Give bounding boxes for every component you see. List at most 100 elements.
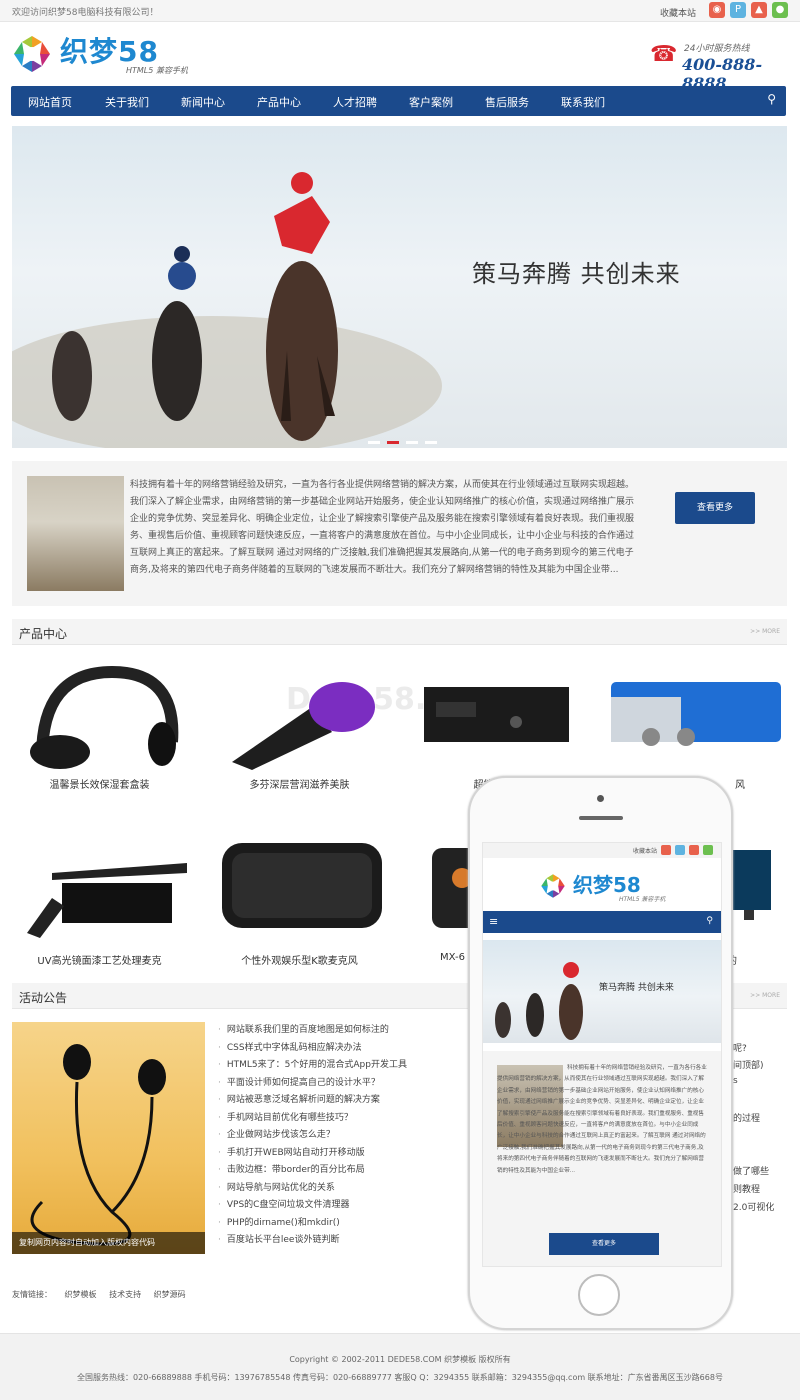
- about-text: 科技拥有着十年的网络营销经验及研究，一直为各行各业提供网络营销的解决方案，从而使…: [130, 480, 635, 575]
- search-icon[interactable]: ⚲: [767, 92, 776, 106]
- phone-mockup: 收藏本站 织梦58 HTML5 兼容手机 ≡ ⚲ 策马奔腾 共创未来 科技拥有着…: [468, 776, 733, 1330]
- tencent-weibo-icon[interactable]: [675, 845, 685, 855]
- section-title: 产品中心: [19, 627, 68, 641]
- hero-banner[interactable]: 策马奔腾 共创未来: [12, 126, 787, 448]
- news-item[interactable]: 百度站长平台lee谈外链判断: [218, 1232, 407, 1250]
- home-button[interactable]: [578, 1274, 620, 1316]
- nav-item-service[interactable]: 售后服务: [485, 94, 529, 110]
- news-item[interactable]: CSS样式中字体乱码相应解决办法: [218, 1040, 407, 1058]
- nav-item-about[interactable]: 关于我们: [105, 94, 149, 110]
- news-item[interactable]: 手机打开WEB网站自动打开移动版: [218, 1145, 407, 1163]
- news-item[interactable]: 网站联系我们里的百度地图是如何标注的: [218, 1022, 407, 1040]
- nav-item-jobs[interactable]: 人才招聘: [333, 94, 377, 110]
- product-card[interactable]: 温馨景长效保湿套盒装: [12, 662, 187, 791]
- friend-link[interactable]: 织梦模板: [65, 1290, 97, 1299]
- news-item-fragment[interactable]: 间顶部): [733, 1058, 764, 1071]
- news-item[interactable]: VPS的C盘空间垃圾文件清理器: [218, 1197, 407, 1215]
- main-nav: 网站首页 关于我们 新闻中心 产品中心 人才招聘 客户案例 售后服务 联系我们 …: [11, 86, 786, 116]
- nav-item-news[interactable]: 新闻中心: [181, 94, 225, 110]
- news-item[interactable]: HTML5来了：5个好用的混合式App开发工具: [218, 1057, 407, 1075]
- news-item[interactable]: 企业做网站步伐该怎么走？: [218, 1127, 407, 1145]
- product-name[interactable]: UV高光镜面漆工艺处理麦克: [12, 952, 187, 967]
- favorite-link[interactable]: 收藏本站: [660, 6, 696, 19]
- news-item-fragment[interactable]: 呢?: [733, 1041, 747, 1054]
- friend-link[interactable]: 技术支持: [109, 1290, 141, 1299]
- weibo-icon[interactable]: ◉: [709, 2, 725, 18]
- phone-about-text: 科技拥有着十年的网络营销经验及研究，一直为各行各业提供网络营销的解决方案，从而使…: [497, 1065, 707, 1174]
- section-title: 活动公告: [19, 991, 68, 1005]
- news-item-fragment[interactable]: 则教程: [733, 1182, 760, 1195]
- wireless-mic-image: [12, 838, 187, 948]
- more-link[interactable]: >> MORE: [750, 992, 780, 999]
- news-item-fragment[interactable]: 2.0可视化: [733, 1200, 774, 1213]
- weibo-icon[interactable]: [661, 845, 671, 855]
- nav-item-contact[interactable]: 联系我们: [561, 94, 605, 110]
- slide-dot[interactable]: [368, 441, 380, 444]
- links-label: 友情链接：: [12, 1290, 52, 1299]
- phone-speaker: [579, 816, 623, 820]
- audio-interface-image: [606, 662, 781, 772]
- news-item-fragment[interactable]: 的过程: [733, 1111, 760, 1124]
- product-name[interactable]: 温馨景长效保湿套盒装: [12, 776, 187, 791]
- brand-name[interactable]: 织梦58: [60, 30, 159, 70]
- slide-dot[interactable]: [425, 441, 437, 444]
- qq-icon[interactable]: [689, 845, 699, 855]
- product-card[interactable]: 风: [606, 662, 781, 791]
- news-item[interactable]: 网站导航与网站优化的关系: [218, 1180, 407, 1198]
- phone-screen: 收藏本站 织梦58 HTML5 兼容手机 ≡ ⚲ 策马奔腾 共创未来 科技拥有着…: [482, 842, 722, 1267]
- slide-indicators: [368, 433, 444, 447]
- phone-about-section: 科技拥有着十年的网络营销经验及研究，一直为各行各业提供网络营销的解决方案，从而使…: [483, 1051, 721, 1266]
- headphones-image: [12, 662, 187, 772]
- news-item[interactable]: 手机网站目前优化有哪些技巧？: [218, 1110, 407, 1128]
- news-item[interactable]: 平面设计师如何提高自己的设计水平？: [218, 1075, 407, 1093]
- phone-brand-subtitle: HTML5 兼容手机: [619, 896, 666, 903]
- nav-item-home[interactable]: 网站首页: [28, 94, 72, 110]
- phone-more-button[interactable]: 查看更多: [549, 1233, 659, 1255]
- phone-camera: [597, 795, 604, 802]
- product-card[interactable]: 个性外观娱乐型K歌麦克风: [212, 838, 387, 967]
- nav-item-products[interactable]: 产品中心: [257, 94, 301, 110]
- nav-item-cases[interactable]: 客户案例: [409, 94, 453, 110]
- qq-icon[interactable]: ▲: [751, 2, 767, 18]
- hotline-label: 24小时服务热线: [684, 44, 750, 54]
- phone-banner-slogan: 策马奔腾 共创未来: [599, 983, 674, 993]
- copyright-text: Copyright © 2002-2011 DEDE58.COM 织梦模板 版权…: [289, 1355, 511, 1364]
- friend-links: 友情链接： 织梦模板 技术支持 织梦源码: [12, 1289, 196, 1300]
- about-section: 科技拥有着十年的网络营销经验及研究，一直为各行各业提供网络营销的解决方案，从而使…: [12, 461, 787, 606]
- footer: Copyright © 2002-2011 DEDE58.COM 织梦模板 版权…: [0, 1333, 800, 1400]
- tencent-weibo-icon[interactable]: P: [730, 2, 746, 18]
- news-item[interactable]: 网站被恶意泛域名解析问题的解决方案: [218, 1092, 407, 1110]
- product-card[interactable]: 多芬深层营润滋养美肤: [212, 662, 387, 791]
- product-card[interactable]: 超能唱歌: [406, 662, 581, 791]
- speaker-image: [212, 838, 387, 948]
- menu-icon[interactable]: ≡: [489, 916, 498, 927]
- friend-link[interactable]: 织梦源码: [154, 1290, 186, 1299]
- banner-slogan: 策马奔腾 共创未来: [472, 260, 681, 288]
- phone-icon: ☎: [650, 42, 678, 67]
- top-bar: 欢迎访问织梦58电脑科技有限公司！ 收藏本站 ◉ P ▲ ●: [0, 0, 800, 22]
- product-name[interactable]: 个性外观娱乐型K歌麦克风: [212, 952, 387, 967]
- brand-subtitle: HTML5 兼容手机: [126, 66, 188, 75]
- product-card[interactable]: UV高光镜面漆工艺处理麦克: [12, 838, 187, 967]
- slide-dot-active[interactable]: [387, 441, 399, 444]
- news-item-fragment[interactable]: 做了哪些: [733, 1164, 769, 1177]
- contact-text: 全国服务热线：020-66889888 手机号码：13976785548 传真号…: [77, 1373, 723, 1382]
- phone-banner[interactable]: 策马奔腾 共创未来: [483, 940, 721, 1043]
- office-photo: [27, 476, 124, 591]
- news-item-fragment[interactable]: s: [733, 1076, 738, 1086]
- product-name[interactable]: 多芬深层营润滋养美肤: [212, 776, 387, 791]
- earphones-image[interactable]: 复制网页内容时自动加入版权内容代码: [12, 1022, 205, 1254]
- image-caption: 复制网页内容时自动加入版权内容代码: [12, 1232, 205, 1254]
- phone-favorite-link[interactable]: 收藏本站: [633, 846, 657, 855]
- more-link[interactable]: >> MORE: [750, 628, 780, 635]
- logo-icon[interactable]: [540, 873, 566, 899]
- wechat-icon[interactable]: [703, 845, 713, 855]
- wechat-icon[interactable]: ●: [772, 2, 788, 18]
- more-button[interactable]: 查看更多: [675, 492, 755, 524]
- news-item[interactable]: PHP的dirname()和mkdir(): [218, 1215, 407, 1233]
- news-list: 网站联系我们里的百度地图是如何标注的 CSS样式中字体乱码相应解决办法 HTML…: [218, 1022, 407, 1250]
- news-item[interactable]: 击败边框：带border的百分比布局: [218, 1162, 407, 1180]
- search-icon[interactable]: ⚲: [706, 916, 713, 926]
- logo-icon[interactable]: [12, 34, 52, 74]
- slide-dot[interactable]: [406, 441, 418, 444]
